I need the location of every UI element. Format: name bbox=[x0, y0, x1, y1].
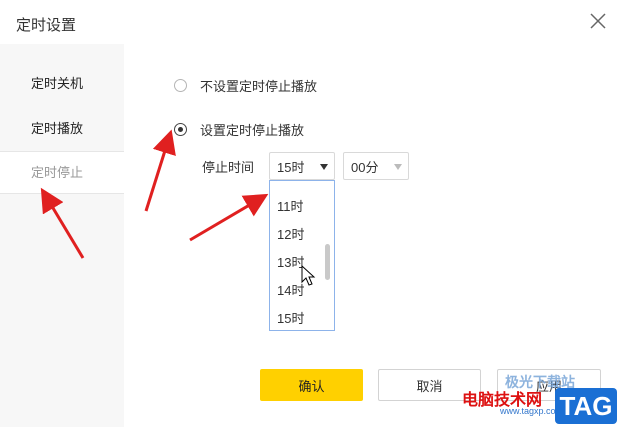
hour-option[interactable]: 14时 bbox=[270, 277, 334, 305]
dropdown-scrollbar[interactable] bbox=[325, 244, 330, 280]
sidebar: 定时关机 定时播放 定时停止 bbox=[0, 44, 124, 427]
confirm-button[interactable]: 确认 bbox=[260, 369, 363, 401]
option-no-stop-timer[interactable]: 不设置定时停止播放 bbox=[174, 76, 317, 95]
hour-dropdown-list[interactable]: 11时 12时 13时 14时 15时 bbox=[269, 180, 335, 331]
dialog-title: 定时设置 bbox=[16, 17, 77, 34]
radio-unchecked[interactable] bbox=[174, 79, 187, 92]
hour-select[interactable]: 15时 bbox=[269, 152, 335, 180]
chevron-down-icon bbox=[394, 164, 402, 170]
option-set-stop-timer[interactable]: 设置定时停止播放 bbox=[174, 120, 304, 139]
option-label: 不设置定时停止播放 bbox=[200, 79, 318, 94]
annotation-arrow bbox=[189, 193, 269, 242]
stop-time-label: 停止时间 bbox=[202, 160, 255, 175]
annotation-arrow bbox=[144, 129, 176, 212]
option-label: 设置定时停止播放 bbox=[200, 123, 305, 138]
sidebar-item-stop-timer[interactable]: 定时停止 bbox=[0, 151, 124, 194]
hour-option[interactable]: 15时 bbox=[270, 305, 334, 330]
timer-settings-dialog: 定时设置 定时关机 定时播放 定时停止 不设置定时停止播放 设置定时停止播放 停… bbox=[0, 0, 623, 427]
watermark-url: www.tagxp.com bbox=[500, 406, 564, 416]
minute-select[interactable]: 00分 bbox=[343, 152, 409, 180]
hour-select-value: 15时 bbox=[277, 159, 305, 175]
close-icon[interactable] bbox=[587, 10, 609, 32]
sidebar-item-shutdown-timer[interactable]: 定时关机 bbox=[0, 63, 124, 105]
sidebar-item-play-timer[interactable]: 定时播放 bbox=[0, 108, 124, 150]
watermark-tag-logo: TAG bbox=[555, 388, 617, 424]
radio-checked[interactable] bbox=[174, 123, 187, 136]
minute-select-value: 00分 bbox=[351, 159, 379, 175]
chevron-down-icon bbox=[320, 164, 328, 170]
hour-option[interactable]: 11时 bbox=[270, 193, 334, 221]
